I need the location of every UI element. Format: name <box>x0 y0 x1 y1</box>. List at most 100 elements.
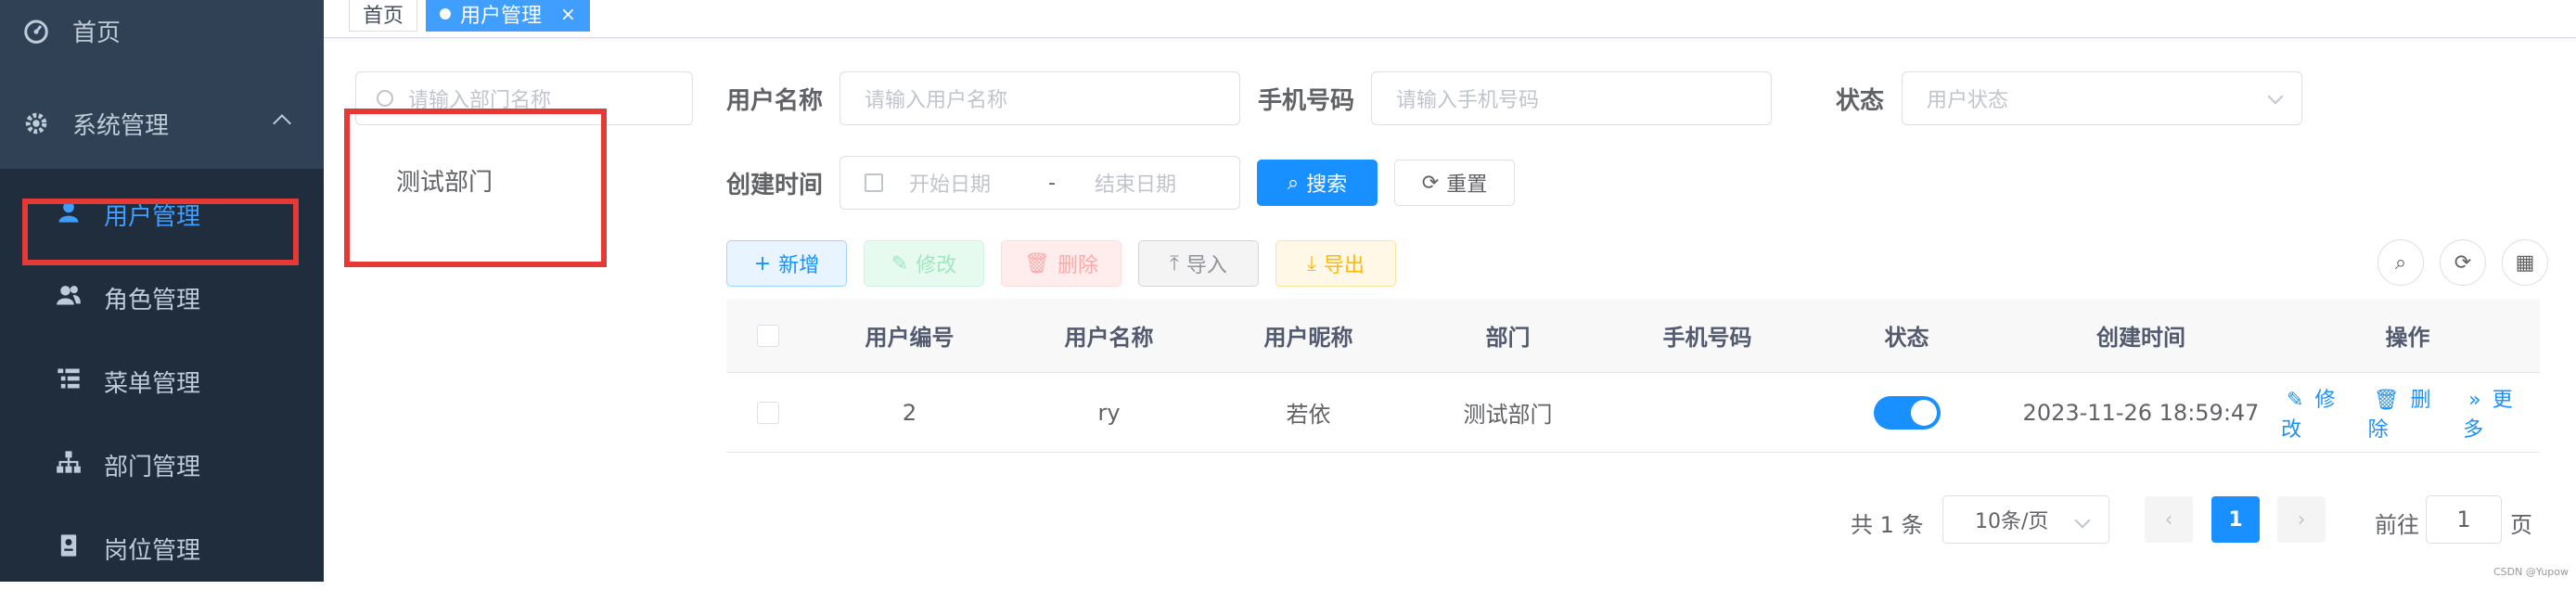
refresh-icon: ⟳ <box>1422 172 1439 195</box>
sidebar-item-home[interactable]: 首页 <box>0 0 324 72</box>
column-header: 状态 <box>1807 299 2006 372</box>
created-time-label: 创建时间 <box>726 166 823 200</box>
search-button-label: 搜索 <box>1306 168 1347 198</box>
pagination-total: 共 1 条 <box>1851 507 1924 539</box>
column-header: 用户名称 <box>1009 299 1209 372</box>
status-placeholder: 用户状态 <box>1927 83 2008 113</box>
import-button[interactable]: ⤒ 导入 <box>1138 240 1259 287</box>
switch-knob <box>1911 400 1937 426</box>
sidebar-item-label: 首页 <box>72 14 121 48</box>
edit-button-label: 修改 <box>916 249 956 278</box>
grid-icon: ▦ <box>2516 251 2535 275</box>
search-icon: ⌕ <box>2395 251 2406 275</box>
tag-label: 用户管理 <box>460 0 542 29</box>
tree-icon <box>56 449 82 481</box>
page-size-select[interactable]: 10条/页 <box>1942 495 2109 544</box>
close-icon[interactable]: × <box>560 3 576 25</box>
goto-label: 前往 <box>2375 507 2419 539</box>
next-page-button[interactable]: › <box>2277 496 2326 543</box>
reset-button-label: 重置 <box>1446 168 1487 198</box>
double-arrow-right-icon: » <box>2468 389 2480 412</box>
delete-button[interactable]: 🗑 删除 <box>1001 240 1121 287</box>
status-switch[interactable] <box>1874 396 1941 430</box>
column-header: 创建时间 <box>2006 299 2275 372</box>
search-icon: ⌕ <box>1288 172 1299 195</box>
sidebar-item-posts[interactable]: 岗位管理 <box>0 507 324 590</box>
page-unit-label: 页 <box>2510 507 2532 539</box>
toggle-search-button[interactable]: ⌕ <box>2377 239 2424 286</box>
export-button[interactable]: ⤓ 导出 <box>1275 240 1396 287</box>
sidebar-item-roles[interactable]: 角色管理 <box>0 256 324 340</box>
add-button-label: 新增 <box>778 249 819 278</box>
chevron-right-icon: › <box>2298 508 2306 532</box>
select-all-cell <box>726 299 810 372</box>
username-input[interactable]: 请输入用户名称 <box>839 71 1240 125</box>
tag-user-management[interactable]: 用户管理 × <box>426 0 590 32</box>
sidebar-item-system[interactable]: 系统管理 <box>0 82 324 165</box>
plus-icon: + <box>754 252 771 276</box>
sidebar-item-label: 岗位管理 <box>104 532 200 566</box>
status-label: 状态 <box>1836 82 1884 116</box>
watermark: CSDN @Yupow <box>2493 566 2569 578</box>
date-separator: - <box>1048 172 1095 195</box>
active-dot-icon <box>440 8 451 19</box>
chevron-down-icon <box>2268 89 2284 105</box>
column-header: 用户编号 <box>810 299 1009 372</box>
date-range-picker[interactable]: 开始日期 - 结束日期 <box>839 156 1240 210</box>
tree-table-icon <box>56 366 82 398</box>
phone-label: 手机号码 <box>1258 82 1354 116</box>
select-cell <box>726 373 810 452</box>
search-button[interactable]: ⌕ 搜索 <box>1257 160 1378 206</box>
gear-icon <box>22 109 50 137</box>
refresh-icon: ⟳ <box>2454 251 2471 275</box>
edit-button[interactable]: ✎ 修改 <box>864 240 984 287</box>
calendar-icon <box>865 173 883 192</box>
row-checkbox[interactable] <box>757 402 779 424</box>
tag-label: 首页 <box>363 0 404 29</box>
dashboard-icon <box>22 17 50 45</box>
export-button-label: 导出 <box>1324 249 1365 278</box>
sidebar-item-menus[interactable]: 菜单管理 <box>0 340 324 423</box>
highlight-box-dept-tree <box>344 109 607 267</box>
chevron-up-icon <box>273 114 291 133</box>
column-header: 部门 <box>1408 299 1608 372</box>
edit-icon: ✎ <box>2287 389 2303 412</box>
download-icon: ⤓ <box>1307 252 1316 276</box>
chevron-left-icon: ‹ <box>2165 508 2173 532</box>
tag-home[interactable]: 首页 <box>349 0 417 32</box>
row-more-link[interactable]: »更多 <box>2463 383 2534 442</box>
add-button[interactable]: + 新增 <box>726 240 847 287</box>
delete-button-label: 删除 <box>1057 249 1098 278</box>
highlight-box-user-menu <box>22 199 299 265</box>
post-icon <box>56 532 82 565</box>
column-header: 操作 <box>2275 299 2540 372</box>
status-select[interactable]: 用户状态 <box>1902 71 2302 125</box>
phone-input[interactable]: 请输入手机号码 <box>1371 71 1772 125</box>
select-all-checkbox[interactable] <box>757 325 779 347</box>
cell-status <box>1807 373 2006 452</box>
edit-icon: ✎ <box>891 252 908 276</box>
refresh-button[interactable]: ⟳ <box>2440 239 2486 286</box>
goto-page-input[interactable]: 1 <box>2426 495 2502 544</box>
page-number-current[interactable]: 1 <box>2211 496 2260 543</box>
sidebar: 首页 系统管理 用户管理 角色管理 菜单管理 <box>0 0 324 582</box>
columns-button[interactable]: ▦ <box>2502 239 2548 286</box>
column-header: 手机号码 <box>1608 299 1807 372</box>
sidebar-item-depts[interactable]: 部门管理 <box>0 423 324 507</box>
page-size-value: 10条/页 <box>1975 505 2048 534</box>
trash-icon: 🗑 <box>1024 252 1050 276</box>
sidebar-item-label: 菜单管理 <box>104 365 200 399</box>
username-label: 用户名称 <box>726 82 823 116</box>
table-header: 用户编号 用户名称 用户昵称 部门 手机号码 状态 创建时间 操作 <box>726 299 2540 373</box>
reset-button[interactable]: ⟳ 重置 <box>1394 160 1515 206</box>
peoples-icon <box>56 282 82 314</box>
row-edit-link[interactable]: ✎修改 <box>2281 383 2357 442</box>
cell-dept: 测试部门 <box>1408 373 1608 452</box>
start-date-placeholder: 开始日期 <box>909 168 1048 198</box>
prev-page-button[interactable]: ‹ <box>2145 496 2193 543</box>
sidebar-item-label: 系统管理 <box>72 107 169 141</box>
row-delete-link[interactable]: 🗑删除 <box>2368 383 2453 442</box>
column-header: 用户昵称 <box>1209 299 1408 372</box>
cell-operations: ✎修改 🗑删除 »更多 <box>2275 373 2540 452</box>
cell-created-time: 2023-11-26 18:59:47 <box>2006 373 2275 452</box>
